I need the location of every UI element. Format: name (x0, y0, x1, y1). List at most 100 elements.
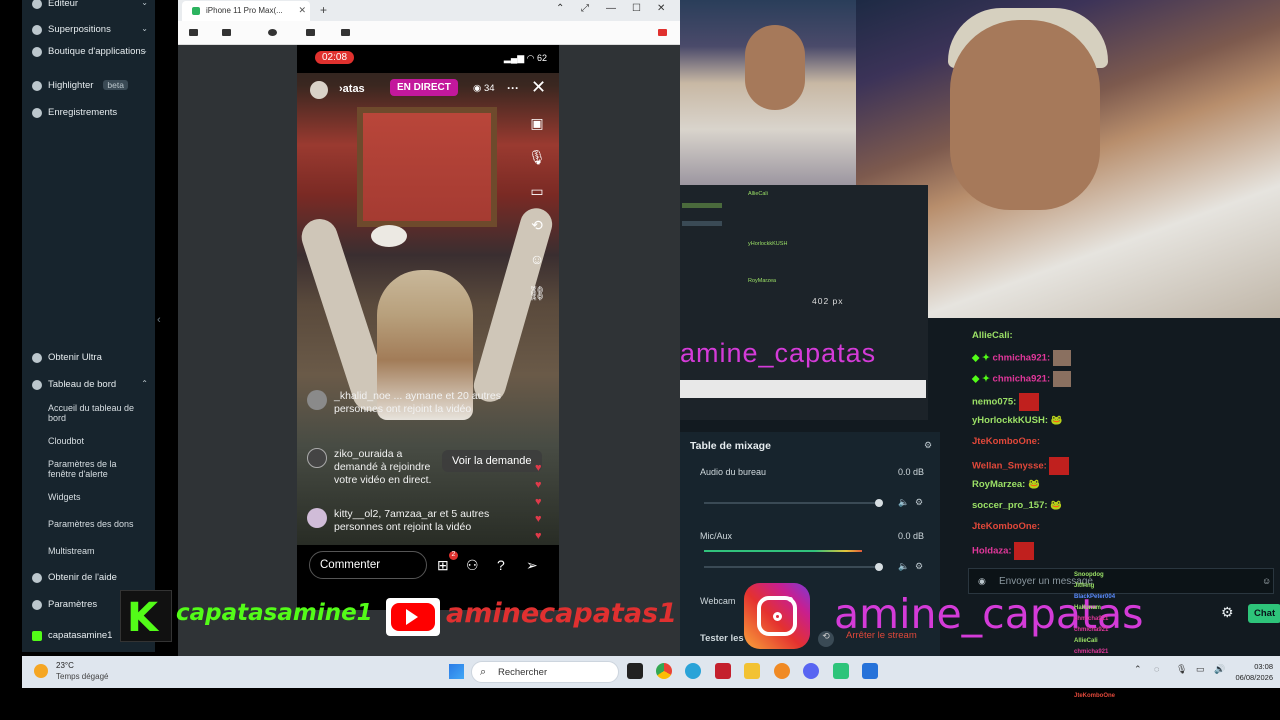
badge-icon: ◆ ✦ (972, 373, 993, 385)
instagram-logo (744, 583, 810, 649)
flip-camera-icon[interactable]: ⟲ (527, 217, 547, 237)
collapse-sidebar-icon[interactable]: ‹ (157, 314, 161, 326)
invite-icon[interactable]: ⚇ (466, 557, 479, 574)
share-icon[interactable]: ➢ (526, 557, 538, 574)
gear-icon[interactable]: ⚙ (915, 497, 923, 508)
close-tab-icon[interactable]: ✕ (298, 5, 306, 16)
close-icon[interactable]: ✕ (531, 77, 546, 98)
folder-icon[interactable] (744, 663, 760, 679)
disconnect-icon[interactable] (658, 29, 667, 36)
sub-accueil[interactable]: Accueil du tableau de bord (48, 403, 146, 424)
chevron-up-icon[interactable]: ⌃ (1134, 664, 1142, 675)
network-icon[interactable]: ◌ (1154, 664, 1159, 674)
nav-aide[interactable]: Obtenir de l'aide (32, 572, 150, 583)
avatar[interactable] (310, 81, 328, 99)
volume-slider[interactable] (704, 499, 883, 507)
crop-icon[interactable] (306, 29, 315, 36)
overlay-chat-line: JteKomboOne (1074, 693, 1116, 699)
more-icon[interactable]: ··· (507, 81, 519, 95)
sub-cloudbot[interactable]: Cloudbot (48, 436, 146, 446)
volume-slider[interactable] (704, 563, 883, 571)
sub-widgets[interactable]: Widgets (48, 492, 146, 502)
recordings-icon (32, 108, 42, 118)
question-icon[interactable]: ? (497, 557, 505, 573)
emoji-icon[interactable]: ☺ (1262, 576, 1271, 586)
chevron-down-icon: ⌄ (141, 0, 148, 7)
mixer-channel-webcam: Webcam (700, 596, 736, 606)
replay-icon[interactable]: ⟲ (818, 631, 834, 647)
chrome-icon[interactable] (656, 663, 672, 679)
nav-boutique[interactable]: Boutique d'applications ⌄ (32, 46, 150, 57)
live-username[interactable]: ›atas (339, 83, 365, 95)
sub-multistream[interactable]: Multistream (48, 546, 146, 556)
task-view-icon[interactable] (627, 663, 643, 679)
nav-editeur[interactable]: Éditeur ⌄ (32, 0, 150, 9)
app-icon[interactable] (862, 663, 878, 679)
viewer-count[interactable]: ◉ 34 (473, 83, 495, 94)
emote-red (1014, 542, 1035, 560)
maximize-icon[interactable]: ☐ (632, 3, 641, 14)
gear-icon[interactable]: ⚙ (915, 561, 923, 572)
sub-alertes[interactable]: Paramètres de la fenêtre d'alerte (48, 459, 146, 480)
sub-dons[interactable]: Paramètres des dons (48, 519, 146, 529)
lamp-image (371, 225, 407, 247)
chat-message: JteKomboOne: (972, 521, 1041, 532)
speaker-icon[interactable]: 🔈 (898, 561, 909, 572)
chat-send-button[interactable]: Chat (1248, 604, 1280, 623)
chevron-down-icon: ⌄ (141, 46, 148, 55)
add-guest-icon[interactable]: ⊞ (437, 557, 449, 574)
screen-icon[interactable] (189, 29, 198, 36)
weather-icon (34, 664, 48, 678)
minimize-icon[interactable]: — (606, 3, 616, 14)
ultra-icon (32, 353, 42, 363)
highlighter-icon (32, 81, 42, 91)
overlay-chat-line: AllieCali (1074, 638, 1098, 644)
ceiling-image (357, 107, 497, 227)
close-window-icon[interactable]: ✕ (657, 3, 665, 14)
nav-superpositions[interactable]: Superpositions ⌄ (32, 24, 150, 35)
streamlabs-icon[interactable] (833, 663, 849, 679)
display-icon[interactable]: ▭ (1196, 664, 1205, 675)
mirror-tab[interactable]: iPhone 11 Pro Max(... ✕ (182, 1, 310, 21)
speaker-icon[interactable]: 🔈 (898, 497, 909, 508)
test-button[interactable]: Tester les (700, 633, 744, 644)
record-icon[interactable] (341, 29, 350, 36)
discord-icon[interactable] (803, 663, 819, 679)
avatar (307, 508, 327, 528)
frog-emote: 🐸 (1050, 500, 1063, 511)
nav-obtenir-ultra[interactable]: Obtenir Ultra (32, 352, 150, 363)
new-tab-icon[interactable]: + (320, 3, 327, 17)
nav-enregistrements[interactable]: Enregistrements (32, 107, 150, 118)
kick-logo: K (120, 590, 172, 642)
effects-icon[interactable]: ☺ (527, 251, 547, 271)
nav-highlighter[interactable]: Highlighter beta (32, 80, 150, 91)
hd-icon[interactable] (222, 29, 231, 36)
clock[interactable]: 03:08 06/08/2026 (1217, 661, 1273, 683)
mixer-channel: Audio du bureau 0.0 dB (700, 467, 924, 477)
slider-handle[interactable] (875, 563, 883, 571)
voir-demande-button[interactable]: Voir la demande (442, 450, 542, 472)
microphone-icon[interactable]: 🎙 (527, 149, 547, 169)
slider-handle[interactable] (875, 499, 883, 507)
app-icon[interactable] (774, 663, 790, 679)
nav-tableau-de-bord[interactable]: Tableau de bord ⌃ (32, 379, 150, 390)
overlay-chat-line: Snoopdog (1074, 572, 1104, 578)
acrobat-icon[interactable] (715, 663, 731, 679)
comment-input[interactable]: Commenter (309, 551, 427, 579)
mini-chat-name: AllieCali (748, 191, 768, 197)
search-input[interactable]: ⌕ Rechercher (471, 661, 619, 683)
webcam-face (745, 25, 805, 110)
live-badge: EN DIRECT (390, 79, 458, 96)
image-icon[interactable]: ▣ (527, 115, 547, 135)
gear-icon[interactable]: ⚙ (924, 440, 932, 451)
start-icon[interactable] (449, 664, 464, 679)
link-icon[interactable]: ⛓ (527, 285, 547, 305)
edge-icon[interactable] (685, 663, 701, 679)
expand-icon[interactable]: ⤢ (581, 3, 589, 14)
audio-icon[interactable] (268, 29, 277, 36)
microphone-icon[interactable]: 🎙 (1176, 664, 1187, 675)
collapse-icon[interactable]: ⌃ (556, 3, 564, 14)
size-label: 402 px (812, 296, 844, 306)
camera-icon[interactable]: ▭ (527, 183, 547, 203)
gear-icon[interactable]: ⚙ (1221, 604, 1234, 621)
